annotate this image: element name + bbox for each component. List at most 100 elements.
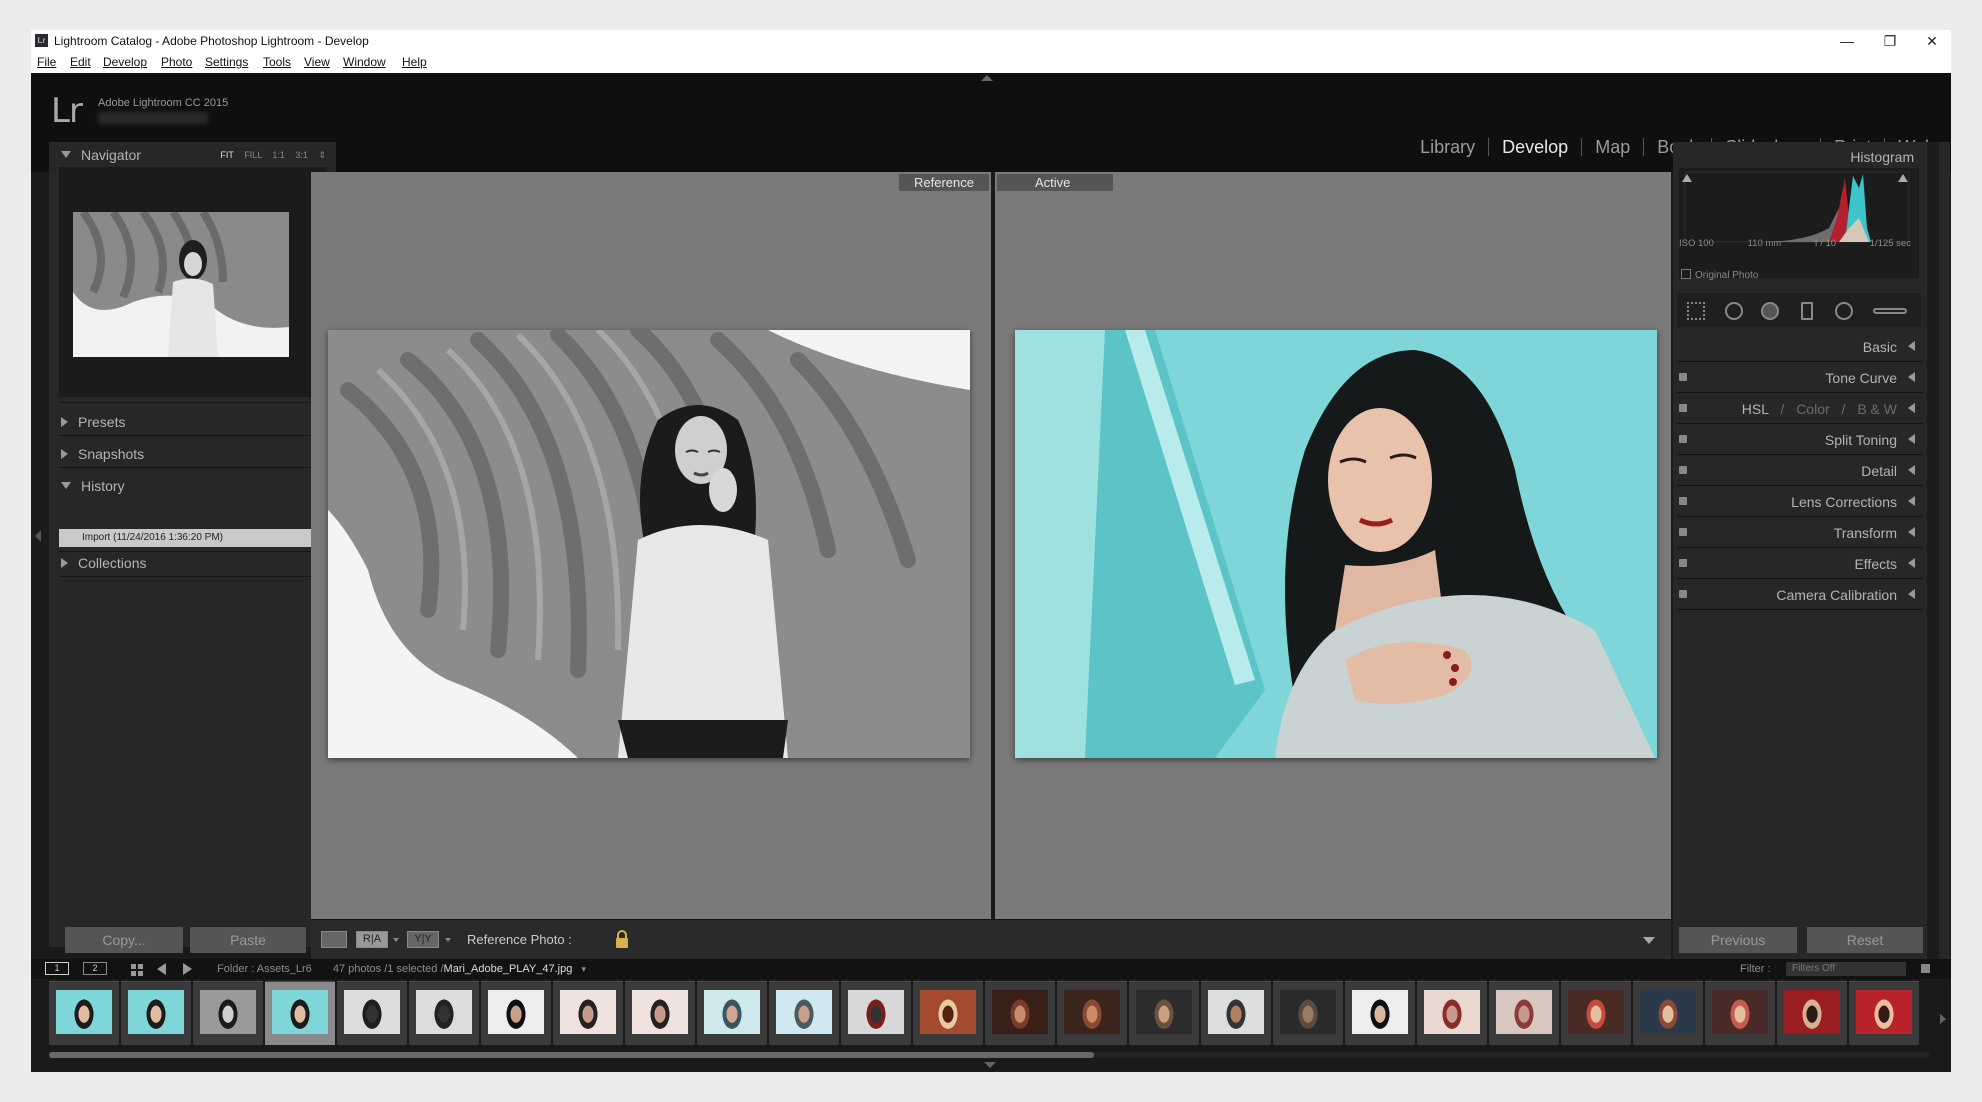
zoom-fit[interactable]: FIT	[220, 150, 233, 160]
graduated-filter-icon[interactable]	[1801, 302, 1813, 320]
paste-button[interactable]: Paste	[190, 927, 306, 953]
section-lens-corrections[interactable]: Lens Corrections	[1677, 486, 1923, 517]
section-split-toning[interactable]: Split Toning	[1677, 424, 1923, 455]
module-develop[interactable]: Develop	[1489, 138, 1583, 156]
navigator-thumbnail[interactable]	[73, 212, 289, 357]
filmstrip-thumbnail[interactable]	[553, 981, 623, 1045]
presets-header[interactable]: Presets	[61, 414, 125, 430]
back-arrow-icon[interactable]	[157, 963, 166, 975]
histogram-graph[interactable]	[1679, 168, 1919, 278]
menu-photo[interactable]: Photo	[161, 55, 192, 69]
section-effects[interactable]: Effects	[1677, 548, 1923, 579]
section-transform[interactable]: Transform	[1677, 517, 1923, 548]
chevron-down-icon[interactable]	[445, 938, 451, 942]
radial-filter-icon[interactable]	[1835, 302, 1853, 320]
zoom-1-1[interactable]: 1:1	[272, 150, 285, 160]
reference-pane[interactable]: Reference	[311, 172, 991, 919]
filmstrip-thumbnail[interactable]	[1273, 981, 1343, 1045]
filmstrip-thumbnail[interactable]	[121, 981, 191, 1045]
close-button[interactable]: ✕	[1911, 31, 1951, 51]
zoom-3-1[interactable]: 3:1	[295, 150, 308, 160]
minimize-button[interactable]: —	[1826, 31, 1868, 51]
chevron-down-icon[interactable]	[393, 938, 399, 942]
copy-button[interactable]: Copy...	[65, 927, 183, 953]
section-hsl[interactable]: HSL / Color / B & W	[1677, 393, 1923, 424]
panel-switch-icon[interactable]	[1679, 590, 1687, 598]
panel-switch-icon[interactable]	[1679, 466, 1687, 474]
primary-monitor-button[interactable]: 1	[45, 962, 69, 975]
filmstrip-scroll-thumb[interactable]	[49, 1052, 1094, 1058]
filmstrip-thumbnail[interactable]	[265, 981, 335, 1045]
filmstrip-thumbnail[interactable]	[337, 981, 407, 1045]
menu-edit[interactable]: Edit	[70, 55, 91, 69]
reference-photo[interactable]	[328, 330, 970, 758]
crop-tool-icon[interactable]	[1687, 302, 1705, 320]
filmstrip-thumbnail[interactable]	[1849, 981, 1919, 1045]
filmstrip-thumbnail[interactable]	[985, 981, 1055, 1045]
loupe-view-button[interactable]	[321, 931, 347, 948]
grid-view-icon[interactable]	[131, 964, 143, 976]
collapse-left-icon[interactable]	[35, 530, 41, 542]
panel-switch-icon[interactable]	[1679, 404, 1687, 412]
lock-icon[interactable]	[616, 930, 628, 948]
panel-switch-icon[interactable]	[1679, 435, 1687, 443]
reset-button[interactable]: Reset	[1807, 927, 1923, 953]
collections-header[interactable]: Collections	[61, 555, 146, 571]
menu-file[interactable]: File	[37, 55, 56, 69]
active-pane[interactable]: Active	[995, 172, 1671, 919]
filmstrip-thumbnail[interactable]	[1705, 981, 1775, 1045]
section-tone-curve[interactable]: Tone Curve	[1677, 362, 1923, 393]
filmstrip-thumbnail[interactable]	[1489, 981, 1559, 1045]
panel-switch-icon[interactable]	[1679, 373, 1687, 381]
panel-switch-icon[interactable]	[1679, 497, 1687, 505]
adjustment-brush-icon[interactable]	[1873, 308, 1907, 314]
filmstrip-thumbnail[interactable]	[841, 981, 911, 1045]
original-photo-checkbox[interactable]: Original Photo	[1681, 269, 1758, 281]
filmstrip-thumbnail[interactable]	[913, 981, 983, 1045]
active-photo[interactable]	[1015, 330, 1657, 758]
filmstrip-thumbnail[interactable]	[49, 981, 119, 1045]
module-map[interactable]: Map	[1582, 138, 1645, 156]
reference-active-view-button[interactable]: R|A	[356, 931, 388, 948]
filmstrip-thumbnail[interactable]	[1777, 981, 1847, 1045]
filmstrip-thumbnail[interactable]	[625, 981, 695, 1045]
menu-view[interactable]: View	[304, 55, 330, 69]
module-library[interactable]: Library	[1407, 138, 1490, 156]
restore-button[interactable]: ❐	[1869, 31, 1911, 51]
history-item[interactable]: Import (11/24/2016 1:36:20 PM)	[59, 529, 329, 547]
filmstrip-thumbnail[interactable]	[1129, 981, 1199, 1045]
filmstrip-right-arrow-icon[interactable]	[1940, 1014, 1946, 1024]
spot-removal-icon[interactable]	[1725, 302, 1743, 320]
filmstrip-thumbnail[interactable]	[409, 981, 479, 1045]
filmstrip-thumbnail[interactable]	[1561, 981, 1631, 1045]
right-panel-scrollbar[interactable]	[1927, 142, 1939, 959]
panel-switch-icon[interactable]	[1679, 528, 1687, 536]
filter-select[interactable]: Filters Off	[1786, 962, 1906, 976]
tab-color[interactable]: Color	[1796, 401, 1829, 417]
filmstrip-thumbnail[interactable]	[193, 981, 263, 1045]
filmstrip-thumbnail[interactable]	[481, 981, 551, 1045]
navigator-header[interactable]: Navigator	[61, 147, 141, 163]
filmstrip-thumbnail[interactable]	[1345, 981, 1415, 1045]
checkbox-icon[interactable]	[1681, 269, 1691, 279]
section-detail[interactable]: Detail	[1677, 455, 1923, 486]
filmstrip-thumbnail[interactable]	[769, 981, 839, 1045]
filmstrip-thumbnail[interactable]	[1057, 981, 1127, 1045]
section-camera-calibration[interactable]: Camera Calibration	[1677, 579, 1923, 610]
filmstrip-scrollbar[interactable]	[49, 1052, 1929, 1058]
menu-window[interactable]: Window	[343, 55, 386, 69]
secondary-monitor-button[interactable]: 2	[83, 962, 107, 975]
before-after-view-button[interactable]: Y|Y	[407, 931, 439, 948]
menu-tools[interactable]: Tools	[263, 55, 291, 69]
chevron-down-icon[interactable]: ▾	[581, 964, 586, 974]
filmstrip-thumbnail[interactable]	[1633, 981, 1703, 1045]
previous-button[interactable]: Previous	[1679, 927, 1797, 953]
toolbar-options-chevron-icon[interactable]	[1643, 937, 1655, 944]
history-header[interactable]: History	[61, 478, 125, 494]
filmstrip-source[interactable]: Folder : Assets_Lr6 47 photos /1 selecte…	[217, 963, 586, 975]
zoom-fill[interactable]: FILL	[244, 150, 262, 160]
menu-help[interactable]: Help	[402, 55, 427, 69]
filmstrip-thumbnail[interactable]	[1201, 981, 1271, 1045]
section-basic[interactable]: Basic	[1677, 331, 1923, 362]
menu-settings[interactable]: Settings	[205, 55, 248, 69]
